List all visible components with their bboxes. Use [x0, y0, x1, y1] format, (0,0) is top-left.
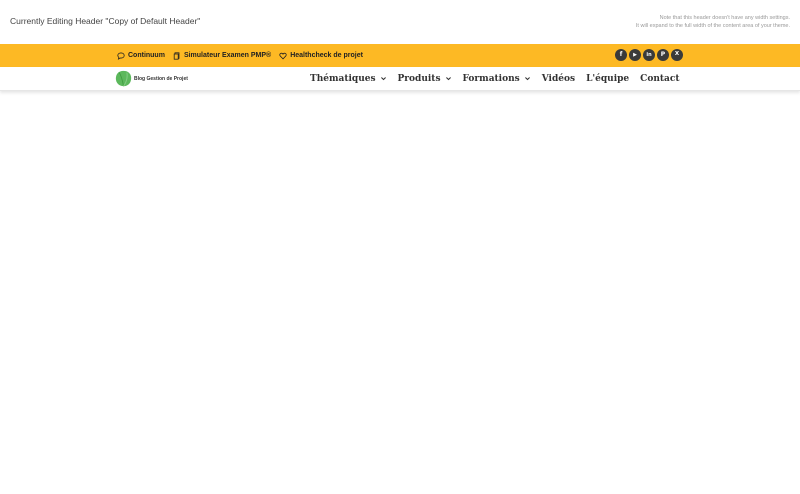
menu: Thématiques Produits Formations Vidéos L… [310, 67, 680, 90]
document-icon [173, 51, 180, 60]
leaf-logo-icon [115, 70, 132, 87]
width-settings-note: Note that this header doesn't have any w… [636, 14, 790, 30]
editor-header-bar: Currently Editing Header "Copy of Defaul… [0, 0, 800, 44]
chevron-down-icon [380, 77, 386, 81]
editing-header-title: Currently Editing Header "Copy of Defaul… [10, 16, 201, 26]
top-link-label: Simulateur Examen PMP® [183, 52, 272, 59]
x-icon[interactable]: X [671, 49, 683, 61]
menu-item-formations[interactable]: Formations [463, 74, 531, 84]
pinterest-icon[interactable]: P [657, 49, 669, 61]
menu-item-label: Vidéos [541, 73, 576, 84]
menu-item-label: Formations [462, 73, 520, 84]
site-logo[interactable]: Blog Gestion de Projet [115, 70, 188, 87]
logo-text: Blog Gestion de Projet [134, 75, 188, 82]
youtube-icon[interactable]: ▶ [629, 49, 641, 61]
menu-item-label: L'équipe [586, 73, 630, 84]
top-link-label: Healthcheck de projet [290, 52, 363, 59]
facebook-icon[interactable]: f [615, 49, 627, 61]
chat-bubble-icon [117, 52, 125, 60]
top-link-healthcheck[interactable]: Healthcheck de projet [279, 52, 363, 60]
top-link-continuum[interactable]: Continuum [117, 52, 165, 60]
top-bar: Continuum Simulateur Examen PMP® Healthc… [0, 44, 800, 67]
menu-item-videos[interactable]: Vidéos [542, 74, 575, 84]
chevron-down-icon [524, 77, 530, 81]
main-navigation: Blog Gestion de Projet Thématiques Produ… [0, 67, 800, 91]
chevron-down-icon [445, 77, 451, 81]
menu-item-thematiques[interactable]: Thématiques [310, 74, 387, 84]
heart-icon [279, 52, 287, 59]
menu-item-produits[interactable]: Produits [398, 74, 452, 84]
menu-item-label: Contact [640, 73, 680, 84]
menu-item-label: Thématiques [310, 73, 376, 84]
note-line-1: Note that this header doesn't have any w… [659, 15, 790, 21]
note-line-2: It will expand to the full width of the … [635, 23, 790, 29]
menu-item-equipe[interactable]: L'équipe [586, 74, 629, 84]
linkedin-icon[interactable]: in [643, 49, 655, 61]
top-link-label: Continuum [128, 52, 165, 59]
menu-item-contact[interactable]: Contact [640, 74, 679, 84]
menu-item-label: Produits [397, 73, 441, 84]
top-link-simulateur[interactable]: Simulateur Examen PMP® [173, 51, 272, 60]
social-icons: f ▶ in P X [615, 49, 683, 61]
top-links: Continuum Simulateur Examen PMP® Healthc… [117, 44, 363, 67]
